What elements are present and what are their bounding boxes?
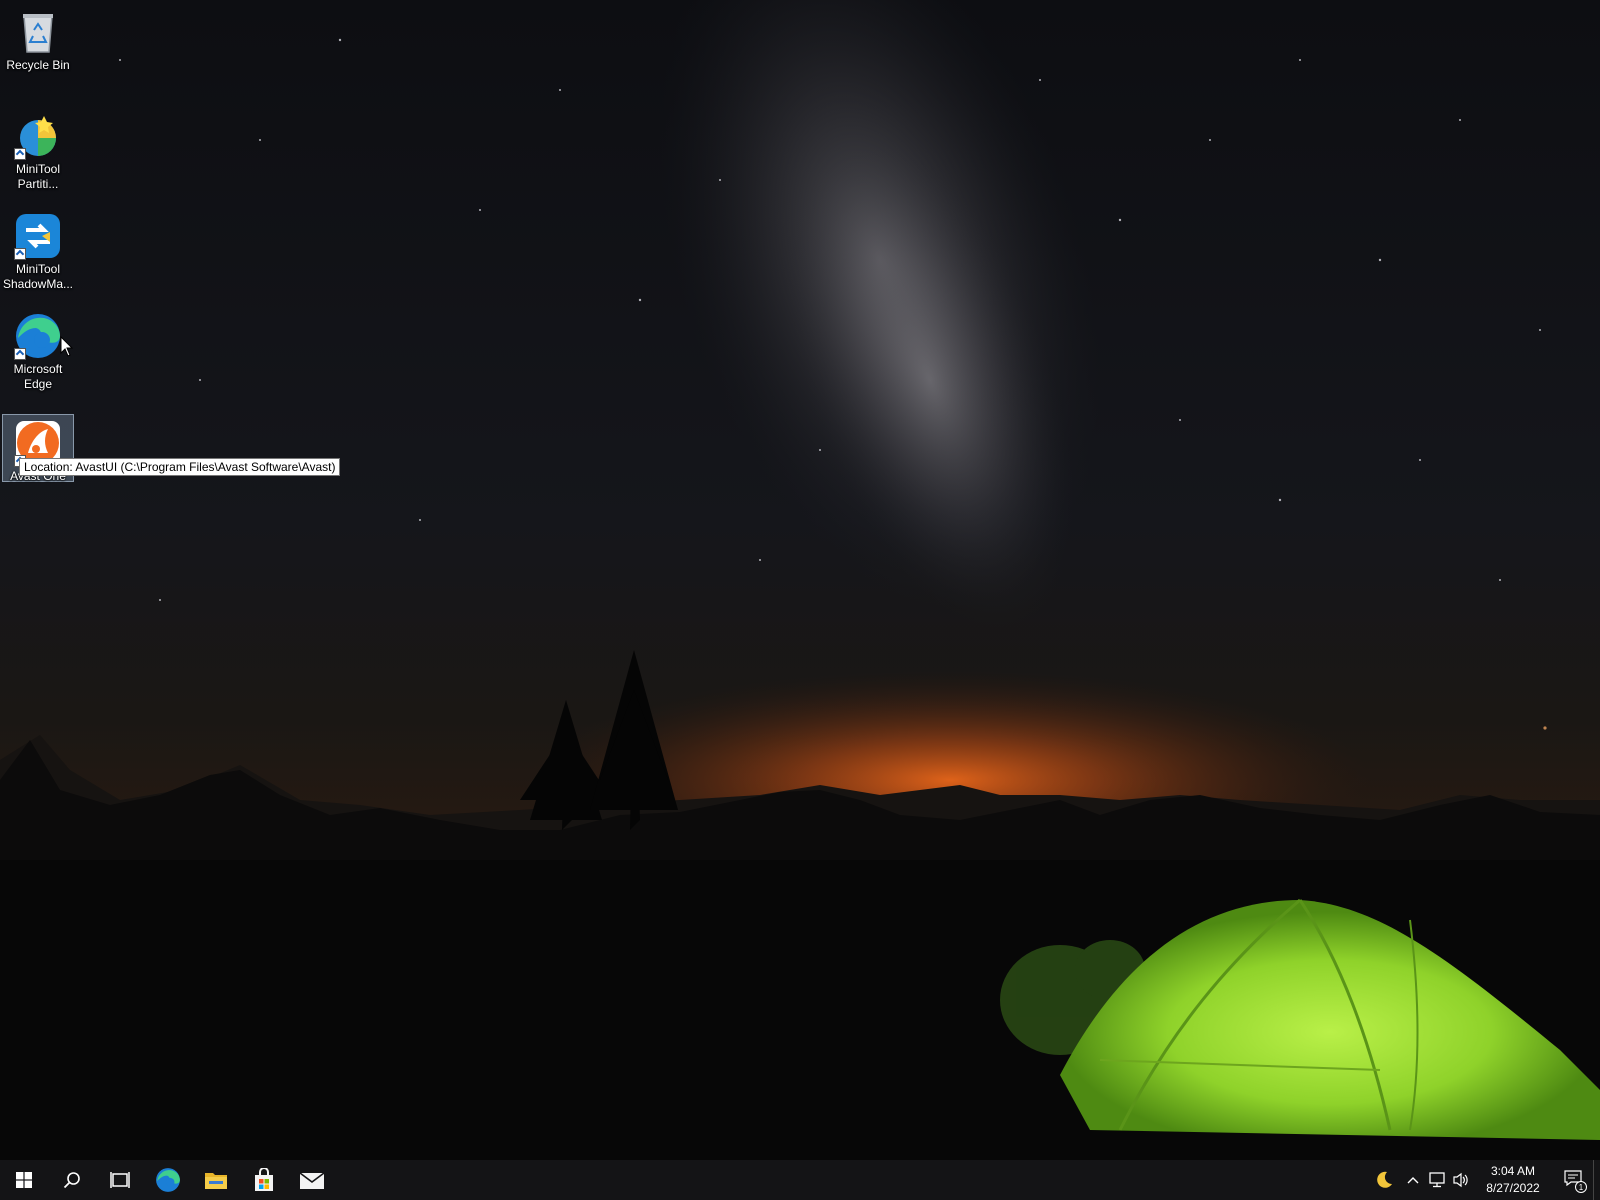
taskbar-file-explorer-button[interactable] [192,1160,240,1200]
volume-icon[interactable] [1449,1160,1473,1200]
desktop-icon-label: MiniTool Partiti... [15,162,60,191]
folder-icon [204,1170,228,1190]
chevron-up-icon[interactable] [1401,1160,1425,1200]
mail-icon [299,1170,325,1190]
clock-time: 3:04 AM [1490,1164,1536,1178]
taskbar-mail-button[interactable] [288,1160,336,1200]
shortcut-arrow-icon [14,248,26,260]
desktop-icon-label: Recycle Bin [6,58,70,72]
desktop-icon-minitool-shadowmaker[interactable]: MiniTool ShadowMa... [2,208,74,300]
windows-logo-icon [16,1172,32,1188]
moon-icon[interactable] [1367,1160,1401,1200]
mouse-cursor-icon [60,335,74,358]
task-view-icon [110,1171,130,1189]
action-center-button[interactable]: 1 [1553,1160,1593,1200]
search-icon [63,1171,81,1189]
network-icon[interactable] [1425,1160,1449,1200]
taskbar: 3:04 AM 8/27/2022 1 [0,1160,1600,1200]
clock-date: 8/27/2022 [1486,1181,1540,1195]
taskbar-store-button[interactable] [240,1160,288,1200]
desktop-icon-label: MiniTool ShadowMa... [2,262,74,291]
desktop-icon-recycle-bin[interactable]: Recycle Bin [2,4,74,96]
edge-icon [14,312,62,360]
show-desktop-button[interactable] [1593,1160,1600,1200]
desktop-icon-label: Microsoft Edge [13,362,63,391]
system-tray: 3:04 AM 8/27/2022 1 [1367,1160,1600,1200]
desktop-icon-minitool-partition[interactable]: MiniTool Partiti... [2,108,74,200]
search-button[interactable] [48,1160,96,1200]
notification-count-badge: 1 [1575,1181,1587,1193]
recycle-bin-icon [14,8,62,56]
taskbar-edge-button[interactable] [144,1160,192,1200]
icon-location-tooltip: Location: AvastUI (C:\Program Files\Avas… [19,458,341,476]
edge-icon [155,1167,181,1193]
store-bag-icon [253,1168,275,1192]
task-view-button[interactable] [96,1160,144,1200]
minitool-shadowmaker-icon [14,212,62,260]
start-button[interactable] [0,1160,48,1200]
shortcut-arrow-icon [14,148,26,160]
shortcut-arrow-icon [14,348,26,360]
minitool-partition-icon [14,112,62,160]
desktop-wallpaper [0,0,1600,1160]
taskbar-clock[interactable]: 3:04 AM 8/27/2022 [1473,1163,1553,1197]
